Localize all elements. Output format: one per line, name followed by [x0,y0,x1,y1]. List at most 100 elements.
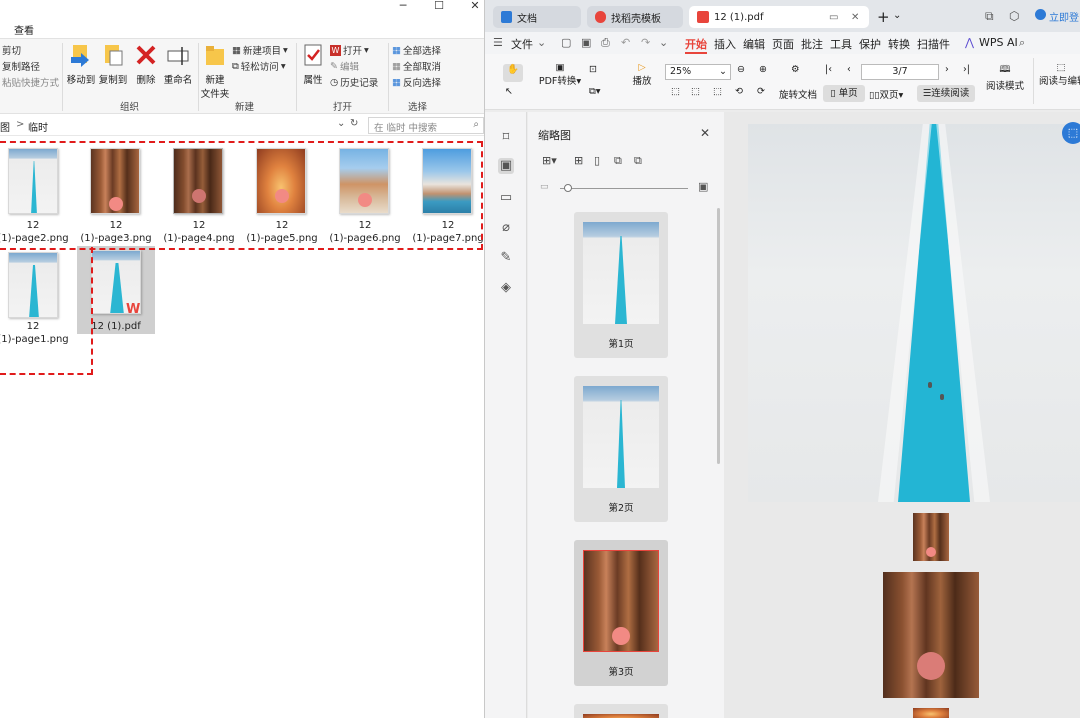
rotate-right-icon[interactable]: ⟳ [757,86,765,97]
select-cursor-icon[interactable]: ↖ [505,86,513,97]
tab-current-pdf[interactable]: 12 (1).pdf ▭ ✕ [689,6,869,28]
search-icon[interactable]: ⌕ [1019,36,1025,50]
scrollbar[interactable] [717,208,720,464]
image-convert-icon[interactable]: ⊡ [589,64,597,75]
new-tab-icon[interactable]: + [877,8,890,26]
login-link[interactable]: 立即登 [1049,9,1079,24]
thumbnail-icon[interactable]: ▣ [498,158,514,174]
menu-scan[interactable]: 扫描件 [917,36,950,52]
copy-page-icon[interactable]: ⧉ [614,154,622,168]
edit-button[interactable]: ✎ 编辑 [330,59,359,74]
slider-handle[interactable] [564,184,572,192]
menu-file[interactable]: 文件 [511,36,533,52]
chevron-down-icon[interactable]: ⌄ [337,118,345,129]
chevron-down-icon[interactable]: ⌄ [893,10,901,21]
menu-edit[interactable]: 编辑 [743,36,765,52]
undo-icon[interactable]: ↶ [621,36,630,49]
menu-annotate[interactable]: 批注 [801,36,823,52]
extract-page-icon[interactable]: ⧉ [634,154,642,168]
bookmark-icon[interactable]: ⌑ [498,130,514,146]
zoom-in-icon[interactable]: ⊕ [759,64,767,75]
prev-page-icon[interactable]: ‹ [847,64,851,75]
pdf-convert-button[interactable]: ▣ PDF转换▾ [537,62,583,87]
read-mode-button[interactable]: 🕮 阅读模式 [983,62,1027,92]
copy-icon[interactable]: ⧉▾ [589,86,601,97]
maximize-button[interactable]: ☐ [424,0,454,14]
open-button[interactable]: W 打开 ▾ [330,43,369,57]
menu-home[interactable]: 开始 [685,36,707,54]
page-thumbnail-4[interactable] [574,704,668,718]
zoom-select[interactable]: 25% ⌄ [665,64,731,80]
properties-button[interactable]: 属性 [300,43,326,86]
history-button[interactable]: ◷ 历史记录 [330,75,378,90]
copy-path-button[interactable]: 复制路径 [2,59,40,73]
minimize-button[interactable]: ─ [388,0,418,14]
single-page-button[interactable]: ▯ 单页 [823,85,865,102]
zoom-out-icon[interactable]: ⊖ [737,64,745,75]
tab-docs[interactable]: 文档 [493,6,581,28]
menu-convert[interactable]: 转换 [888,36,910,52]
avatar-icon[interactable] [1035,9,1046,20]
attachment-icon[interactable]: ⌀ [498,220,514,236]
copy-to-button[interactable]: 复制到 [98,43,128,86]
cube-icon[interactable]: ⬡ [1009,9,1019,23]
page-thumbnail-3[interactable]: 第3页 [574,540,668,686]
invert-selection-button[interactable]: ▦ 反向选择 [392,75,441,90]
print-icon[interactable]: ⎙ [601,36,610,50]
layers-icon[interactable]: ◈ [498,280,514,296]
comment-icon[interactable]: ▭ [498,190,514,206]
easy-access-button[interactable]: ⧉ 轻松访问 ▾ [232,59,286,74]
floating-action-icon[interactable]: ⬚ [1062,122,1080,144]
redo-icon[interactable]: ↷ [641,36,650,49]
tab-templates[interactable]: 找稻壳模板 [587,6,683,28]
close-button[interactable]: ✕ [460,0,484,14]
search-input[interactable]: 在 临时 中搜索 ⌕ [368,117,484,134]
menu-insert[interactable]: 插入 [714,36,736,52]
chevron-down-icon[interactable]: ⌄ [537,36,546,49]
open-folder-icon[interactable]: ▢ [561,36,571,49]
first-page-icon[interactable]: |‹ [825,64,832,75]
fit-width-icon[interactable]: ⬚ [671,86,680,97]
new-folder-button[interactable]: 新建 文件夹 [200,43,230,100]
page-thumbnail-1[interactable]: 第1页 [574,212,668,358]
rotate-document-button[interactable]: 旋转文档 [779,87,817,101]
cut-button[interactable]: 剪切 [2,43,21,57]
refresh-icon[interactable]: ↻ [350,118,358,129]
add-page-icon[interactable]: ⊞ [574,154,583,167]
select-none-button[interactable]: ▦ 全部取消 [392,59,441,74]
close-panel-icon[interactable]: ✕ [700,126,710,140]
breadcrumb-current[interactable]: 临时 [28,119,48,134]
close-tab-icon[interactable]: ✕ [851,12,859,23]
save-icon[interactable]: ▣ [581,36,591,49]
hamburger-icon[interactable]: ☰ [493,36,503,49]
menu-tools[interactable]: 工具 [830,36,852,52]
fit-page-icon[interactable]: ⬚ [691,86,700,97]
grid-view-icon[interactable]: ⊞▾ [542,154,557,167]
chevron-down-icon[interactable]: ⌄ [659,36,668,49]
delete-button[interactable]: 删除 [132,43,160,86]
play-button[interactable]: ▷ 播放 [629,62,655,87]
window-mode-icon[interactable]: ⧉ [985,9,994,24]
thumbnail-size-slider[interactable] [560,188,688,189]
continuous-read-button[interactable]: ☰连续阅读 [917,85,975,102]
move-to-button[interactable]: 移动到 [66,43,96,86]
actual-size-icon[interactable]: ⬚ [713,86,722,97]
rename-button[interactable]: 重命名 [162,43,194,86]
menu-wps-ai[interactable]: WPS AI [979,36,1018,49]
insert-page-icon[interactable]: ▯ [594,154,600,167]
select-all-button[interactable]: ▦ 全部选择 [392,43,441,58]
monitor-icon[interactable]: ▭ [829,12,838,23]
signature-icon[interactable]: ✎ [498,250,514,266]
settings-icon[interactable]: ⚙ [791,64,800,75]
paste-shortcut-button[interactable]: 粘贴快捷方式 [2,75,59,89]
last-page-icon[interactable]: ›| [963,64,970,75]
new-item-button[interactable]: ▦ 新建项目 ▾ [232,43,288,58]
menu-page[interactable]: 页面 [772,36,794,52]
next-page-icon[interactable]: › [945,64,949,75]
hand-tool-icon[interactable]: ✋ [503,64,523,82]
menu-protect[interactable]: 保护 [859,36,881,52]
breadcrumb-item[interactable]: 图 [0,119,10,134]
read-edit-button[interactable]: ⬚ 阅读与编辑 [1039,62,1080,87]
ribbon-tab-view[interactable]: 查看 [14,22,34,37]
rotate-left-icon[interactable]: ⟲ [735,86,743,97]
